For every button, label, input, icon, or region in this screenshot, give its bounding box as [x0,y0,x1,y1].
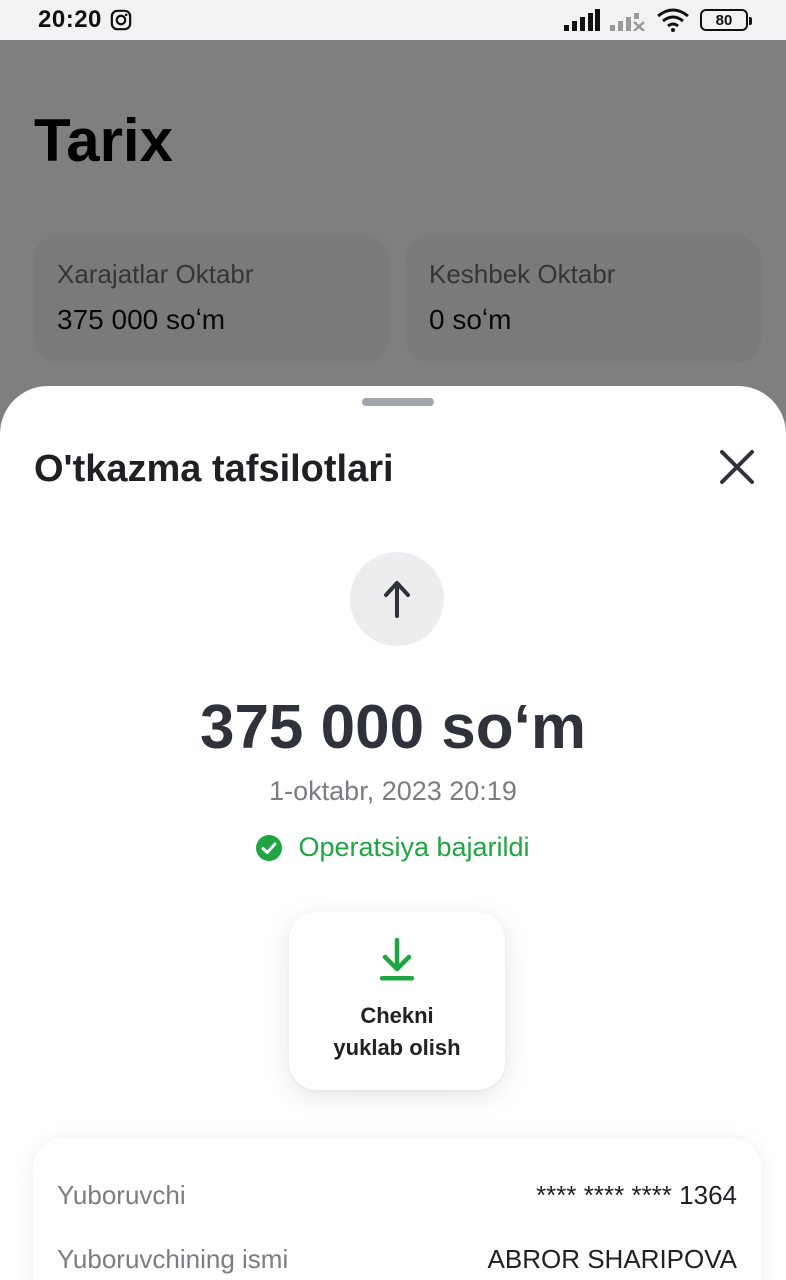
close-button[interactable] [714,444,760,490]
instagram-icon [110,9,132,31]
download-receipt-label: Chekni yuklab olish [333,1000,460,1064]
sender-value[interactable]: **** **** **** 1364 [536,1180,737,1211]
check-circle-icon [256,834,283,861]
battery-level: 80 [715,11,733,29]
transfer-datetime: 1-oktabr, 2023 20:19 [269,776,517,806]
battery-icon: 80 [700,9,752,31]
download-receipt-line1: Chekni [360,1003,434,1028]
transfer-details-sheet: O'tkazma tafsilotlari 375 000 soʻm 1-okt… [0,386,786,1280]
sender-name-value[interactable]: ABROR SHARIPOVA [488,1244,737,1275]
status-text: Operatsiya bajarildi [298,832,530,862]
wifi-icon [657,8,689,32]
download-receipt-line2: yuklab olish [333,1035,461,1060]
transfer-details-card: Yuboruvchi **** **** **** 1364 Yuboruvch… [33,1138,761,1280]
status-bar: 20:20 80 [0,0,786,40]
arrow-up-icon [384,581,410,618]
signal-no-service-icon [610,13,645,31]
status-row: Operatsiya bajarildi [0,832,786,863]
screen: 20:20 80 O'tkazma tafsilotlari 375 000 s… [0,0,786,1280]
sheet-drag-handle[interactable] [362,398,434,406]
detail-row-sender-name: Yuboruvchining ismi ABROR SHARIPOVA [57,1244,737,1275]
status-icons: 80 [564,8,752,32]
sender-name-label: Yuboruvchining ismi [57,1244,289,1274]
download-receipt-button[interactable]: Chekni yuklab olish [289,912,505,1090]
detail-row-sender: Yuboruvchi **** **** **** 1364 [57,1180,737,1211]
transfer-amount: 375 000 soʻm [199,693,587,762]
status-time: 20:20 [38,6,102,33]
close-icon [720,450,754,484]
sheet-title: O'tkazma tafsilotlari [34,448,394,490]
outgoing-transfer-badge [350,552,444,646]
download-icon [380,938,414,981]
sender-label: Yuboruvchi [57,1180,186,1210]
signal-icon [564,9,600,31]
